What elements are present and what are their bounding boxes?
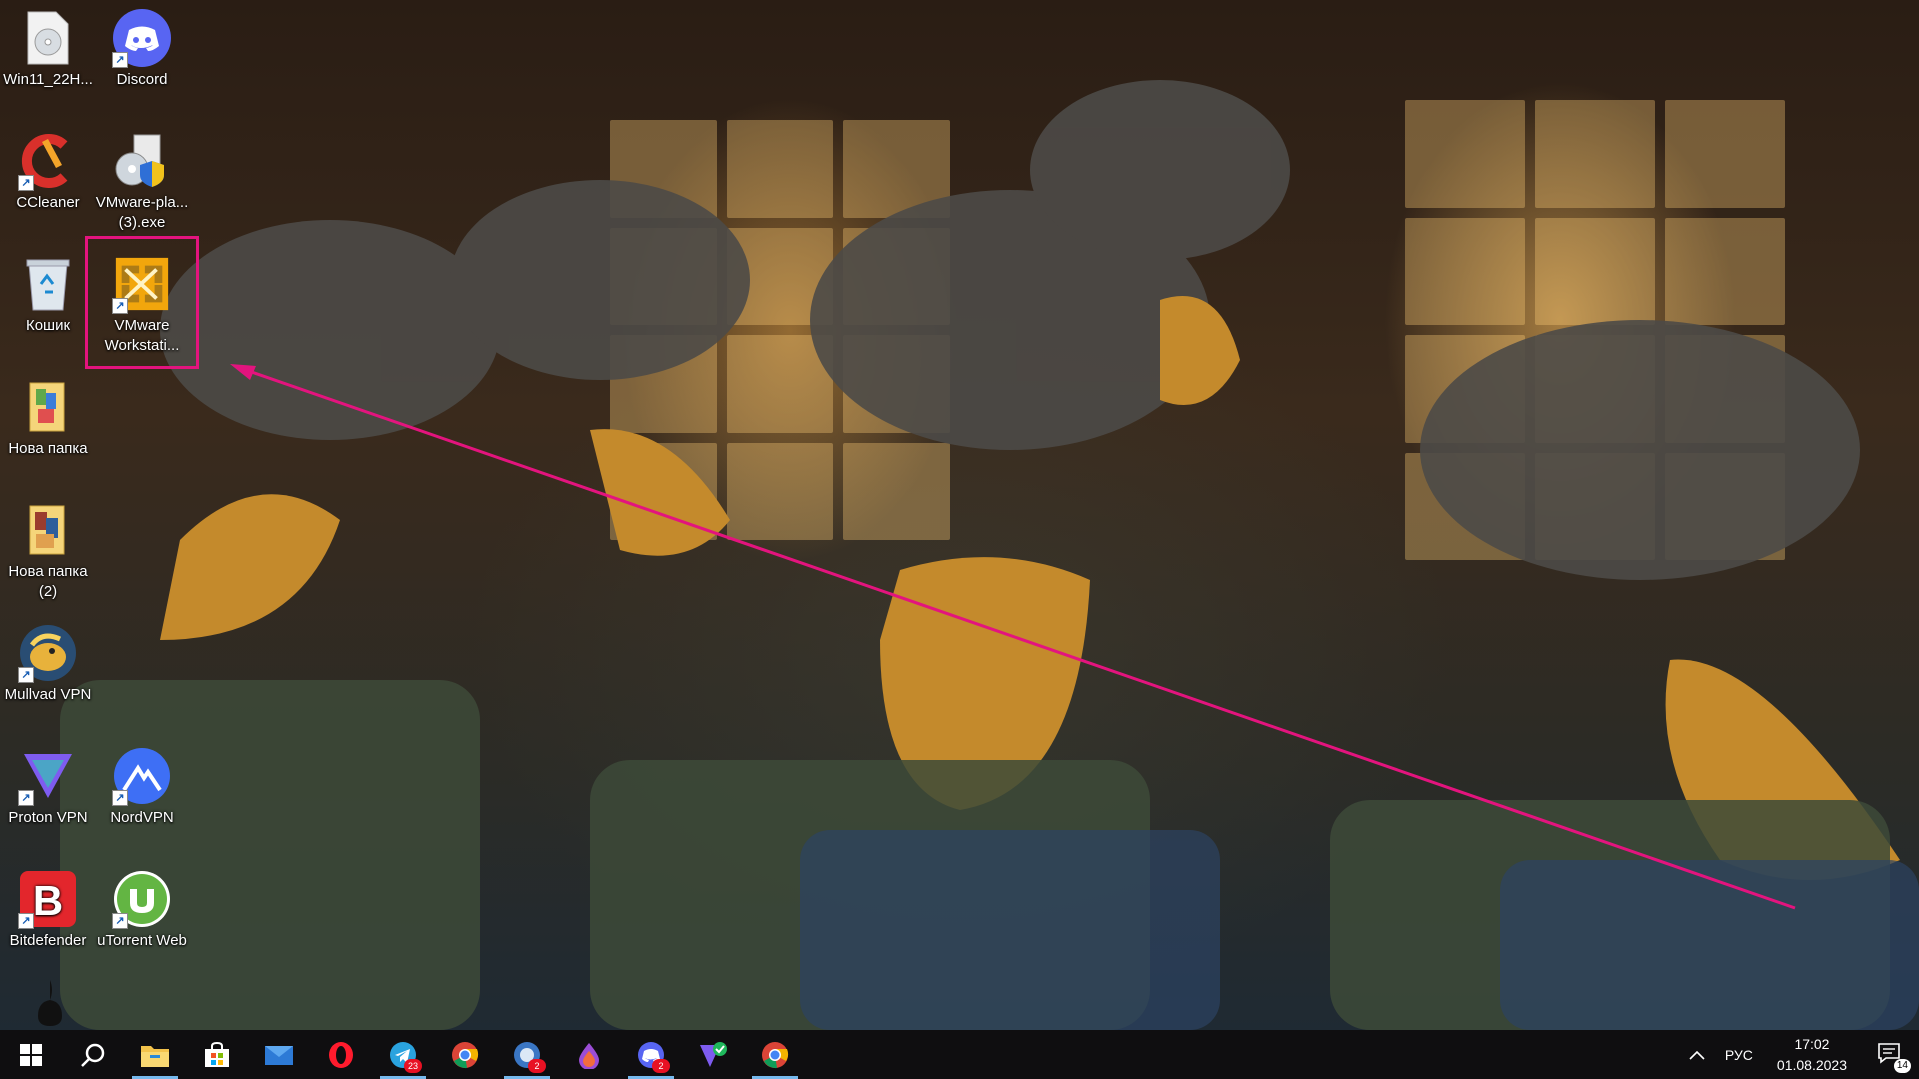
installer-icon [112, 131, 172, 191]
desktop-icon-label: Bitdefender [9, 932, 87, 949]
desktop-icon-label-line2: (2) [38, 583, 58, 600]
search-icon [81, 1043, 105, 1067]
show-hidden-icons-button[interactable] [1679, 1047, 1715, 1063]
taskbar-vpn[interactable] [682, 1030, 744, 1079]
desktop-icon-label: Нова папка [8, 563, 88, 580]
mail-icon [265, 1045, 293, 1065]
vpn-icon [700, 1041, 727, 1067]
desktop-icon-recycle-bin[interactable]: Кошик [0, 246, 96, 356]
shortcut-arrow-icon: ↗ [18, 667, 34, 683]
unread-badge: 2 [652, 1059, 670, 1073]
chevron-up-icon [1689, 1050, 1705, 1060]
bitdefender-icon: B ↗ [18, 869, 78, 929]
desktop-icon-discord[interactable]: ↗ Discord [94, 0, 190, 110]
shortcut-arrow-icon: ↗ [18, 175, 34, 191]
shortcut-arrow-icon: ↗ [112, 790, 128, 806]
taskbar-microsoft-store[interactable] [186, 1030, 248, 1079]
desktop-icon-folder-2[interactable]: Нова папка (2) [0, 492, 96, 602]
desktop-icon-vmware-player-exe[interactable]: VMware-pla... (3).exe [94, 123, 190, 233]
shortcut-arrow-icon: ↗ [18, 913, 34, 929]
proton-vpn-icon: ↗ [18, 746, 78, 806]
taskbar-search-button[interactable] [62, 1030, 124, 1079]
desktop-icon-win11-iso[interactable]: Win11_22H... [0, 0, 96, 110]
taskbar-app[interactable]: 2 [496, 1030, 558, 1079]
recycle-bin-icon [18, 254, 78, 314]
desktop-icon-partial[interactable] [30, 975, 70, 1030]
clock[interactable]: 17:02 01.08.2023 [1763, 1034, 1861, 1076]
notification-count-badge: 14 [1893, 1059, 1911, 1073]
taskbar-chrome[interactable] [434, 1030, 496, 1079]
annotation-highlight-box [85, 236, 199, 369]
desktop-icon-label: Discord [116, 71, 168, 88]
partial-app-icon [38, 980, 62, 1026]
svg-text:B: B [33, 877, 63, 924]
desktop-icon-label: Win11_22H... [3, 71, 93, 88]
desktop-wallpaper [0, 0, 1919, 1030]
nordvpn-icon: ↗ [112, 746, 172, 806]
desktop-icon-label: Proton VPN [8, 809, 88, 826]
desktop-icon-label: CCleaner [16, 194, 80, 211]
chrome-icon [762, 1041, 789, 1068]
desktop-icon-folder-1[interactable]: Нова папка [0, 369, 96, 479]
taskbar-mail[interactable] [248, 1030, 310, 1079]
taskbar-file-explorer[interactable] [124, 1030, 186, 1079]
desktop-icon-label: Нова папка [8, 440, 88, 457]
folder-icon [18, 377, 78, 437]
taskbar-opera[interactable] [310, 1030, 372, 1079]
wallpaper-figures [60, 80, 1919, 1030]
start-button[interactable] [0, 1030, 62, 1079]
shortcut-arrow-icon: ↗ [18, 790, 34, 806]
taskbar-chrome-2[interactable] [744, 1030, 806, 1079]
unread-badge: 23 [404, 1059, 422, 1073]
desktop-icon-utorrent-web[interactable]: ↗ uTorrent Web [94, 861, 190, 971]
windows-start-icon [20, 1043, 42, 1066]
desktop-icon-proton-vpn[interactable]: ↗ Proton VPN [0, 738, 96, 848]
unread-badge: 2 [528, 1059, 546, 1073]
clock-time: 17:02 [1794, 1035, 1830, 1052]
desktop-icon-bitdefender[interactable]: B ↗ Bitdefender [0, 861, 96, 971]
taskbar-discord[interactable]: 2 [620, 1030, 682, 1079]
shortcut-arrow-icon: ↗ [112, 913, 128, 929]
desktop-icon-label: VMware-pla... [95, 194, 189, 211]
desktop-icon-label: NordVPN [110, 809, 174, 826]
utorrent-icon: ↗ [112, 869, 172, 929]
taskbar: 23 2 2 РУС 17:02 01.08.2023 14 [0, 1030, 1919, 1079]
microsoft-store-icon [205, 1041, 229, 1067]
ccleaner-icon: ↗ [18, 131, 78, 191]
disc-image-icon [18, 8, 78, 68]
desktop-icon-nordvpn[interactable]: ↗ NordVPN [94, 738, 190, 848]
notification-center-button[interactable]: 14 [1861, 1042, 1919, 1073]
discord-icon: ↗ [112, 8, 172, 68]
desktop-icon-label: uTorrent Web [97, 932, 187, 949]
system-tray: РУС 17:02 01.08.2023 14 [1679, 1030, 1919, 1079]
mullvad-vpn-icon: ↗ [18, 623, 78, 683]
desktop-icon-label: Mullvad VPN [4, 686, 92, 703]
shortcut-arrow-icon: ↗ [112, 52, 128, 68]
desktop-icon-ccleaner[interactable]: ↗ CCleaner [0, 123, 96, 233]
language-indicator[interactable]: РУС [1715, 1047, 1763, 1063]
opera-icon [329, 1041, 353, 1068]
folder-icon [18, 500, 78, 560]
drop-icon [579, 1042, 599, 1069]
chrome-icon [452, 1041, 479, 1068]
taskbar-drop-app[interactable] [558, 1030, 620, 1079]
desktop-icon-label-line2: (3).exe [118, 214, 166, 231]
desktop-icon-label: Кошик [25, 317, 71, 334]
file-explorer-icon [141, 1045, 169, 1067]
desktop-icon-mullvad-vpn[interactable]: ↗ Mullvad VPN [0, 615, 96, 725]
taskbar-telegram[interactable]: 23 [372, 1030, 434, 1079]
clock-date: 01.08.2023 [1776, 1056, 1847, 1073]
